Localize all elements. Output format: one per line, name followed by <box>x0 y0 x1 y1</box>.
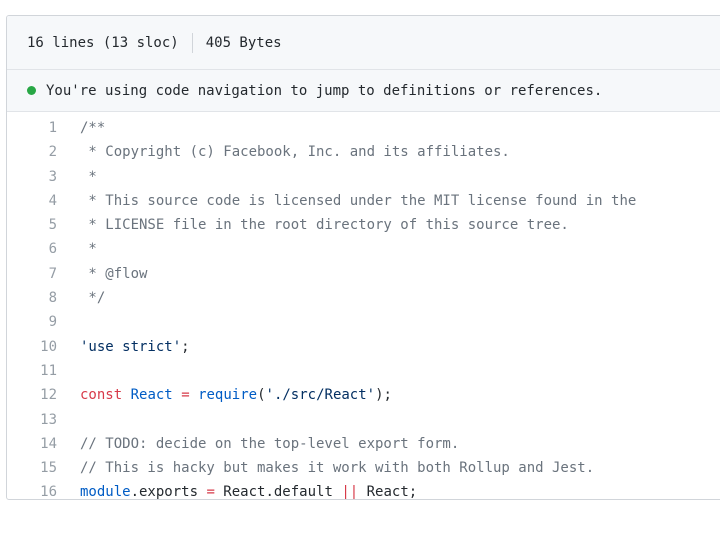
code-content: * Copyright (c) Facebook, Inc. and its a… <box>80 140 510 164</box>
code-token: ; <box>181 338 190 355</box>
code-token: = <box>181 387 190 404</box>
line-number[interactable]: 1 <box>7 116 80 140</box>
code-token: || <box>341 484 359 500</box>
line-number[interactable]: 12 <box>7 383 80 407</box>
code-token: React; <box>358 484 418 500</box>
code-token[interactable]: module <box>80 484 131 499</box>
code-line: 9 <box>7 310 720 334</box>
code-token: = <box>206 484 215 500</box>
line-number[interactable]: 16 <box>7 480 80 499</box>
code-line: 7 * @flow <box>7 262 720 286</box>
code-line: 4 * This source code is licensed under t… <box>7 189 720 213</box>
code-view[interactable]: 1/** 2 * Copyright (c) Facebook, Inc. and… <box>7 112 720 500</box>
code-content: * LICENSE file in the root directory of … <box>80 213 569 237</box>
line-number[interactable]: 14 <box>7 432 80 456</box>
code-content: * <box>80 237 97 261</box>
status-dot-icon <box>27 86 36 95</box>
code-token: * <box>80 168 97 185</box>
code-line: 6 * <box>7 237 720 261</box>
line-number[interactable]: 7 <box>7 262 80 286</box>
code-token: 'use strict' <box>80 338 182 355</box>
line-number[interactable]: 2 <box>7 140 80 164</box>
line-number[interactable]: 6 <box>7 237 80 261</box>
code-token: ); <box>375 387 392 404</box>
code-line: 13 <box>7 408 720 432</box>
code-token: /** <box>80 120 106 136</box>
code-token: ( <box>257 387 266 404</box>
code-navigation-banner: You're using code navigation to jump to … <box>7 70 720 112</box>
code-line: 15// This is hacky but makes it work wit… <box>7 456 720 480</box>
code-line: 16 module.exports = React.default || Reac… <box>7 480 720 500</box>
code-content: // TODO: decide on the top-level export … <box>80 432 459 456</box>
code-content: * @flow <box>80 262 147 286</box>
code-content: */ <box>80 286 105 310</box>
code-token: */ <box>80 290 106 307</box>
code-token: .exports <box>130 484 207 500</box>
code-content: const React = require('./src/React'); <box>80 383 392 407</box>
code-navigation-message: You're using code navigation to jump to … <box>46 82 603 99</box>
code-token: * This source code is licensed under the… <box>80 192 637 209</box>
code-content: * This source code is licensed under the… <box>80 189 636 213</box>
line-number[interactable]: 13 <box>7 408 80 432</box>
code-token: // This is hacky but makes it work with … <box>80 460 595 477</box>
code-token: const <box>80 387 123 404</box>
code-token: // TODO: decide on the top-level export … <box>80 435 460 452</box>
code-line: 3 * <box>7 165 720 189</box>
code-token: React.default <box>214 484 342 500</box>
header-divider <box>191 32 193 53</box>
code-line: 1/** <box>7 116 720 140</box>
line-number[interactable]: 3 <box>7 165 80 189</box>
code-line: 2 * Copyright (c) Facebook, Inc. and its… <box>7 140 720 164</box>
line-number[interactable]: 4 <box>7 189 80 213</box>
code-line: 10'use strict'; <box>7 335 720 359</box>
code-line: 11 <box>7 359 720 383</box>
line-count: 16 lines (13 sloc) <box>27 34 179 51</box>
code-line: 5 * LICENSE file in the root directory o… <box>7 213 720 237</box>
code-token: * Copyright (c) Facebook, Inc. and its a… <box>80 144 510 161</box>
line-number[interactable]: 15 <box>7 456 80 480</box>
code-token: * LICENSE file in the root directory of … <box>80 217 569 234</box>
code-token: './src/React' <box>265 387 376 404</box>
code-token[interactable]: React <box>131 387 173 403</box>
line-number[interactable]: 5 <box>7 213 80 237</box>
file-info-header: 16 lines (13 sloc) 405 Bytes <box>7 16 720 70</box>
code-token[interactable]: require <box>198 387 257 403</box>
code-line: 8 */ <box>7 286 720 310</box>
line-number[interactable]: 8 <box>7 286 80 310</box>
line-number[interactable]: 11 <box>7 359 80 383</box>
code-token: * <box>80 241 97 258</box>
code-content: 'use strict'; <box>80 335 190 359</box>
code-content: module.exports = React.default || React; <box>80 480 418 500</box>
code-token: * @flow <box>80 265 148 282</box>
code-line: 14// TODO: decide on the top-level expor… <box>7 432 720 456</box>
line-number[interactable]: 9 <box>7 310 80 334</box>
code-content: * <box>80 165 97 189</box>
file-size: 405 Bytes <box>205 34 282 51</box>
code-content: // This is hacky but makes it work with … <box>80 456 594 480</box>
file-box: 16 lines (13 sloc) 405 Bytes You're usin… <box>6 15 720 500</box>
code-line: 12 const React = require('./src/React'); <box>7 383 720 407</box>
code-content: /** <box>80 116 105 140</box>
line-number[interactable]: 10 <box>7 335 80 359</box>
